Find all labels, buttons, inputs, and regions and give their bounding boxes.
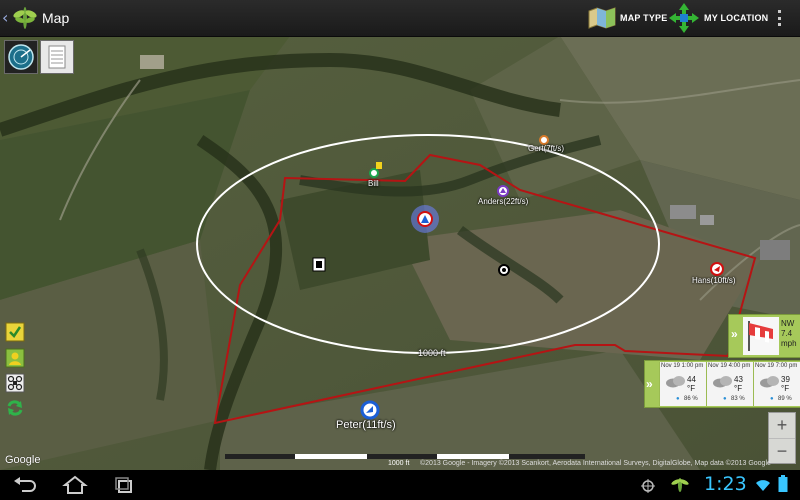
dragonfly-logo-icon[interactable] [12, 3, 38, 33]
humidity-drop-icon: ● [676, 396, 680, 402]
gert-marker-icon[interactable] [539, 135, 549, 145]
zoom-control: + − [768, 412, 796, 464]
back-icon[interactable]: ‹ [2, 8, 8, 27]
peter-label: Peter(11ft/s) [336, 419, 396, 431]
wind-speed: 7.4 [781, 329, 793, 338]
wind-unit: mph [781, 339, 797, 348]
zoom-in-button[interactable]: + [769, 413, 795, 438]
home-nav-icon[interactable] [62, 475, 88, 495]
page-title: Map [42, 10, 70, 26]
forecast-time: Nov 19 1:00 pm [661, 363, 704, 369]
circle-radius-label: 1000 ft [418, 348, 446, 358]
zoom-out-button[interactable]: − [769, 438, 795, 464]
scale-label: 1000 ft [388, 460, 410, 467]
status-clock: 1:23 [704, 473, 747, 495]
google-logo: Google [5, 454, 41, 466]
forecast-slot: Nov 19 4:00 pm 43 °F ● 83 % [706, 362, 753, 406]
recent-apps-icon[interactable] [112, 475, 138, 495]
overflow-menu-icon[interactable] [772, 8, 786, 28]
forecast-temp: 44 °F [687, 375, 696, 393]
wind-direction: NW [781, 319, 795, 328]
cloud-icon [760, 376, 779, 388]
bill-flag-icon [376, 162, 382, 169]
bill-label: Bill [368, 179, 379, 188]
forecast-panel[interactable]: » Nov 19 1:00 pm 44 °F ● 86 % Nov 19 4:0… [644, 360, 800, 408]
forecast-time: Nov 19 4:00 pm [708, 363, 751, 369]
forecast-temp: 43 °F [734, 375, 743, 393]
humidity-drop-icon: ● [770, 396, 774, 402]
map-type-button[interactable]: MAP TYPE [588, 0, 667, 36]
wind-panel[interactable]: » NW 7.4 mph [728, 314, 800, 358]
battery-icon [778, 475, 788, 492]
windsock-icon [743, 317, 779, 355]
hans-label: Hans(10ft/s) [692, 276, 736, 285]
forecast-slot: Nov 19 1:00 pm 44 °F ● 86 % [659, 362, 706, 406]
folded-map-icon [588, 7, 616, 29]
checkbox-icon[interactable] [5, 322, 25, 342]
my-location-label: MY LOCATION [704, 13, 769, 23]
gert-label: Gert(7ft/s) [528, 144, 565, 153]
wifi-icon [756, 480, 770, 491]
notepad-button[interactable] [40, 40, 74, 74]
radar-button[interactable] [4, 40, 38, 74]
my-location-button[interactable]: MY LOCATION [668, 0, 768, 36]
bill-marker-icon[interactable] [369, 168, 379, 178]
forecast-time: Nov 19 7:00 pm [755, 363, 798, 369]
map-attribution[interactable]: ©2013 Google - Imagery ©2013 Scankort, A… [420, 460, 771, 467]
notepad-icon [48, 45, 66, 69]
cloud-icon [666, 376, 685, 388]
system-nav-bar: 1:23 [0, 470, 800, 500]
map-type-label: MAP TYPE [620, 13, 668, 23]
refresh-icon[interactable] [5, 398, 25, 418]
pilots-icon[interactable] [5, 348, 25, 368]
expand-chevron-icon[interactable]: » [731, 327, 738, 341]
forecast-humidity: 86 % [684, 396, 698, 402]
scale-bar [225, 454, 585, 459]
drone-icon[interactable] [5, 373, 25, 393]
forecast-temp: 39 °F [781, 375, 790, 393]
forecast-slot: Nov 19 7:00 pm 39 °F ● 89 % [753, 362, 800, 406]
radar-icon [8, 44, 34, 70]
app-notification-icon [671, 478, 689, 492]
forecast-humidity: 89 % [778, 396, 792, 402]
anders-label: Anders(22ft/s) [478, 197, 529, 206]
forecast-expand-icon[interactable]: » [646, 377, 653, 391]
cloud-icon [713, 376, 732, 388]
gps-status-icon [641, 479, 655, 493]
back-nav-icon[interactable] [12, 475, 38, 495]
humidity-drop-icon: ● [723, 396, 727, 402]
forecast-humidity: 83 % [731, 396, 745, 402]
crosshair-arrows-icon [669, 3, 699, 33]
action-bar: ‹ Map MAP TYPE MY LOCATION [0, 0, 800, 37]
